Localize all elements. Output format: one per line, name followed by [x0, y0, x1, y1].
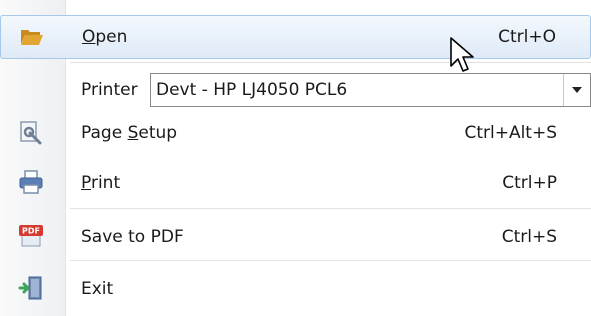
- menu-separator: [70, 208, 591, 209]
- pdf-icon: PDF: [19, 225, 43, 247]
- mouse-pointer-icon: [450, 37, 474, 72]
- printer-select[interactable]: Devt - HP LJ4050 PCL6: [150, 73, 591, 107]
- menu-item-open[interactable]: Open Ctrl+O: [0, 15, 591, 59]
- printer-icon: [19, 170, 43, 194]
- menu-item-label: Open: [82, 27, 128, 47]
- printer-label: Printer: [81, 80, 138, 100]
- menu-item-exit[interactable]: Exit: [0, 268, 591, 308]
- menu-item-label: Page Setup: [81, 123, 178, 143]
- dropdown-arrow-icon[interactable]: [563, 74, 590, 106]
- menu-separator: [70, 62, 591, 63]
- menu-item-label: Exit: [81, 279, 114, 299]
- page-setup-icon: [20, 121, 42, 145]
- menu-separator: [70, 260, 591, 261]
- menu-item-label: Save to PDF: [81, 227, 184, 247]
- menu-item-shortcut: Ctrl+O: [498, 27, 556, 47]
- svg-text:PDF: PDF: [22, 227, 40, 236]
- printer-select-value: Devt - HP LJ4050 PCL6: [156, 80, 348, 100]
- menu-item-shortcut: Ctrl+Alt+S: [464, 123, 557, 143]
- folder-open-icon: [21, 30, 43, 45]
- menu-item-shortcut: Ctrl+S: [501, 227, 557, 247]
- exit-door-icon: [18, 276, 42, 300]
- file-menu: Open Ctrl+O Printer Devt - HP LJ4050 PCL…: [0, 0, 591, 316]
- menu-item-save-to-pdf[interactable]: PDF Save to PDF Ctrl+S: [0, 216, 591, 258]
- menu-item-label: Print: [81, 173, 121, 193]
- menu-item-page-setup[interactable]: Page Setup Ctrl+Alt+S: [0, 112, 591, 152]
- menu-item-print[interactable]: Print Ctrl+P: [0, 162, 591, 202]
- menu-item-shortcut: Ctrl+P: [502, 173, 557, 193]
